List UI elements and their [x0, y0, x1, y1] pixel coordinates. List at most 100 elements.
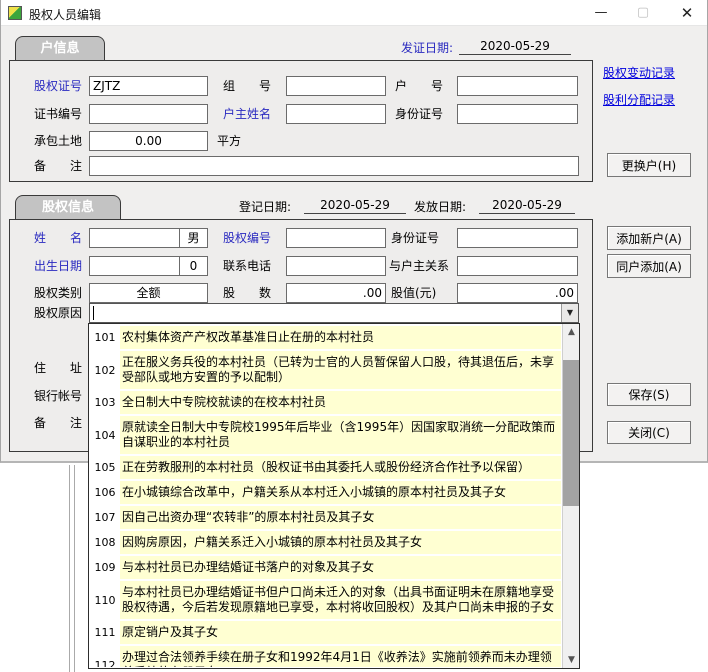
- gender-box[interactable]: 男: [179, 228, 208, 248]
- item-text: 正在劳教服刑的本村社员（股权证书由其委托人或股份经济合作社予以保留）: [120, 456, 561, 479]
- equity-cert-label: 股权证号: [34, 78, 82, 94]
- list-scrollbar[interactable]: ▲ ▼: [562, 324, 579, 668]
- add-new-household-button[interactable]: 添加新户(A): [607, 226, 691, 250]
- list-item[interactable]: 106在小城镇综合改革中，户籍关系从本村迁入小城镇的原本村社员及其子女: [90, 480, 561, 505]
- equity-id-input[interactable]: [457, 228, 578, 248]
- list-item[interactable]: 105正在劳教服刑的本村社员（股权证书由其委托人或股份经济合作社予以保留）: [90, 455, 561, 480]
- equity-reason-label: 股权原因: [34, 305, 82, 321]
- phone-label: 联系电话: [223, 258, 271, 274]
- land-input[interactable]: 0.00: [89, 131, 208, 151]
- scroll-up-icon[interactable]: ▲: [563, 324, 580, 340]
- item-number: 105: [90, 455, 120, 480]
- combobox-dropdown-icon[interactable]: ▼: [561, 304, 578, 322]
- item-text: 全日制大中专院校就读的在校本村社员: [120, 391, 561, 414]
- text-caret: [93, 306, 94, 320]
- age-box[interactable]: 0: [179, 256, 208, 276]
- household-remark-label: 备 注: [34, 158, 82, 174]
- land-unit-label: 平方: [217, 133, 241, 149]
- dropdown-rows: 101农村集体资产产权改革基准日止在册的本村社员 102正在服义务兵役的本村社员…: [90, 325, 561, 667]
- shares-label: 股 数: [223, 285, 271, 301]
- list-item[interactable]: 110与本村社员已办理结婚证书但户口尚未迁入的对象（出具书面证明未在原籍地享受股…: [90, 580, 561, 620]
- grant-date-value[interactable]: 2020-05-29: [479, 197, 575, 214]
- list-item[interactable]: 102正在服义务兵役的本村社员（已转为士官的人员暂保留人口股，待其退伍后，未享受…: [90, 350, 561, 390]
- window-title: 股权人员编辑: [29, 6, 101, 23]
- house-no-label: 户 号: [395, 78, 443, 94]
- house-no-input[interactable]: [457, 76, 578, 96]
- list-item[interactable]: 111原定销户及其子女: [90, 620, 561, 645]
- address-label: 住 址: [34, 360, 82, 376]
- name-input[interactable]: [89, 228, 180, 248]
- issue-date-value[interactable]: 2020-05-29: [459, 38, 571, 55]
- household-remark-input[interactable]: [89, 156, 579, 176]
- background-grid-line: [74, 465, 75, 672]
- household-id-input[interactable]: [457, 104, 578, 124]
- item-text: 办理过合法领养手续在册子女和1992年4月1日《收养法》实施前领养而未办理领养手…: [120, 646, 561, 667]
- close-button[interactable]: ✕: [665, 0, 708, 26]
- item-text: 原就读全日制大中专院校1995年后毕业（含1995年）因国家取消统一分配政策而自…: [120, 416, 561, 454]
- list-item[interactable]: 109与本村社员已办理结婚证书落户的对象及其子女: [90, 555, 561, 580]
- land-label: 承包土地: [34, 133, 82, 149]
- item-number: 103: [90, 390, 120, 415]
- household-id-label: 身份证号: [395, 106, 443, 122]
- birth-date-label: 出生日期: [34, 258, 82, 274]
- dividend-records-link[interactable]: 股利分配记录: [603, 91, 675, 108]
- birth-date-input[interactable]: [89, 256, 180, 276]
- item-text: 与本村社员已办理结婚证书落户的对象及其子女: [120, 556, 561, 579]
- group-no-input[interactable]: [286, 76, 386, 96]
- list-item[interactable]: 108因购房原因，户籍关系迁入小城镇的原本村社员及其子女: [90, 530, 561, 555]
- equity-no-label: 股权编号: [223, 230, 271, 246]
- head-name-input[interactable]: [286, 104, 386, 124]
- book-no-input[interactable]: [89, 104, 208, 124]
- equity-remark-label: 备 注: [34, 415, 82, 431]
- equity-type-label: 股权类别: [34, 285, 82, 301]
- maximize-button[interactable]: ▢: [623, 0, 663, 26]
- item-text: 因自己出资办理“农转非”的原本村社员及其子女: [120, 506, 561, 529]
- item-text: 因购房原因，户籍关系迁入小城镇的原本村社员及其子女: [120, 531, 561, 554]
- minimize-button[interactable]: —: [581, 0, 621, 26]
- item-number: 110: [90, 580, 120, 620]
- background-grid-line: [69, 465, 70, 672]
- item-number: 112: [90, 645, 120, 667]
- tab-household-info[interactable]: 户信息: [15, 36, 105, 61]
- name-label: 姓 名: [34, 230, 82, 246]
- relation-label: 与户主关系: [389, 258, 449, 274]
- add-same-household-button[interactable]: 同户添加(A): [607, 254, 691, 278]
- equity-cert-input[interactable]: ZJTZ: [89, 76, 208, 96]
- scrollbar-thumb[interactable]: [563, 360, 580, 506]
- app-icon: [8, 6, 22, 20]
- equity-type-input[interactable]: 全额: [89, 283, 208, 303]
- save-button[interactable]: 保存(S): [607, 383, 691, 406]
- item-text: 与本村社员已办理结婚证书但户口尚未迁入的对象（出具书面证明未在原籍地享受股权待遇…: [120, 581, 561, 619]
- item-text: 农村集体资产产权改革基准日止在册的本村社员: [120, 326, 561, 349]
- bank-account-label: 银行帐号: [34, 388, 82, 404]
- list-item[interactable]: 101农村集体资产产权改革基准日止在册的本村社员: [90, 325, 561, 350]
- tab-equity-info[interactable]: 股权信息: [15, 195, 121, 220]
- register-date-label: 登记日期:: [239, 199, 291, 215]
- equity-change-records-link[interactable]: 股权变动记录: [603, 64, 675, 81]
- relation-input[interactable]: [457, 256, 578, 276]
- titlebar: 股权人员编辑 — ▢ ✕: [1, 0, 707, 26]
- phone-input[interactable]: [286, 256, 386, 276]
- equity-reason-combobox[interactable]: ▼: [89, 303, 579, 323]
- book-no-label: 证书编号: [34, 106, 82, 122]
- list-item[interactable]: 107因自己出资办理“农转非”的原本村社员及其子女: [90, 505, 561, 530]
- scroll-down-icon[interactable]: ▼: [563, 652, 580, 668]
- item-number: 104: [90, 415, 120, 455]
- change-household-button[interactable]: 更换户(H): [607, 153, 691, 177]
- item-number: 111: [90, 620, 120, 645]
- item-number: 102: [90, 350, 120, 390]
- item-number: 106: [90, 480, 120, 505]
- item-number: 101: [90, 325, 120, 350]
- equity-reason-dropdown-list: 101农村集体资产产权改革基准日止在册的本村社员 102正在服义务兵役的本村社员…: [88, 323, 580, 669]
- head-name-label: 户主姓名: [223, 106, 271, 122]
- item-text: 正在服义务兵役的本村社员（已转为士官的人员暂保留人口股，待其退伍后，未享受部队或…: [120, 351, 561, 389]
- register-date-value[interactable]: 2020-05-29: [304, 197, 406, 214]
- list-item[interactable]: 104原就读全日制大中专院校1995年后毕业（含1995年）因国家取消统一分配政…: [90, 415, 561, 455]
- shares-input[interactable]: .00: [286, 283, 386, 303]
- item-text: 在小城镇综合改革中，户籍关系从本村迁入小城镇的原本村社员及其子女: [120, 481, 561, 504]
- list-item[interactable]: 112办理过合法领养手续在册子女和1992年4月1日《收养法》实施前领养而未办理…: [90, 645, 561, 667]
- equity-no-input[interactable]: [286, 228, 386, 248]
- close-dialog-button[interactable]: 关闭(C): [607, 421, 691, 444]
- share-value-input[interactable]: .00: [457, 283, 578, 303]
- list-item[interactable]: 103全日制大中专院校就读的在校本村社员: [90, 390, 561, 415]
